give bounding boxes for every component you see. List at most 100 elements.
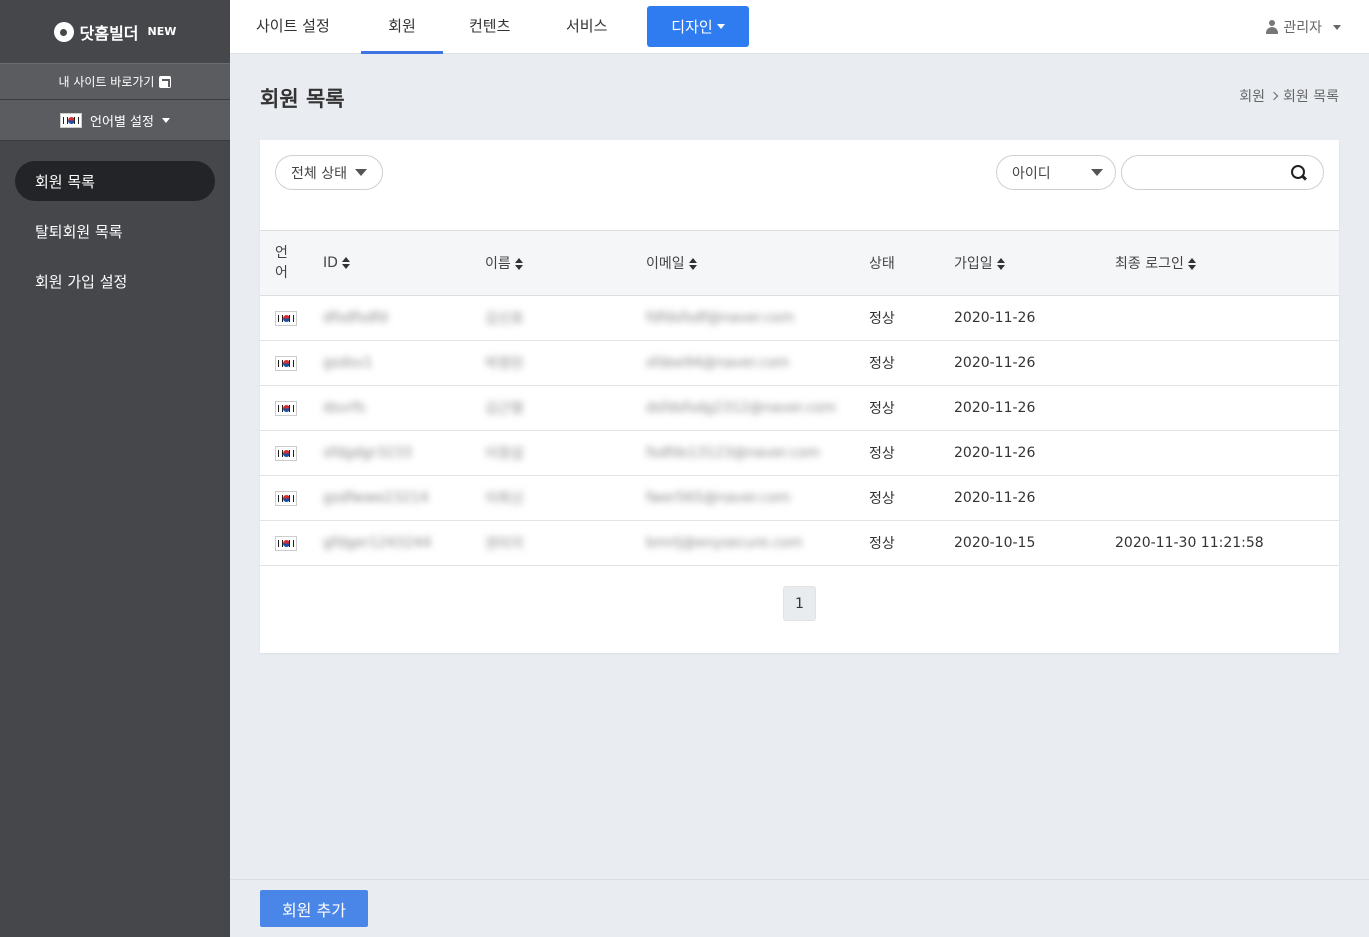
cell-last-login: [1115, 295, 1339, 341]
cell-name: 이정섭: [485, 430, 646, 476]
sidebar-item-withdrawn-list[interactable]: 탈퇴회원 목록: [15, 211, 215, 251]
cell-lang: [260, 520, 323, 566]
cell-joined: 2020-11-26: [954, 430, 1115, 476]
tab-services[interactable]: 서비스: [566, 0, 607, 54]
cell-lang: [260, 295, 323, 341]
sort-icon: [514, 258, 523, 270]
footer-bar: 회원 추가: [230, 879, 1369, 937]
table-row[interactable]: gsdsv1 박정민 sfdee94@naver.com 정상 2020-11-26: [260, 340, 1339, 386]
caret-down-icon: [161, 117, 170, 123]
cell-name: 이희신: [485, 475, 646, 521]
cell-id[interactable]: gfdger1243244: [323, 520, 485, 566]
korea-flag-icon: [60, 112, 83, 128]
table-row[interactable]: gfdger1243244 권미지 bmrlj@enysecure.com 정상 202…: [260, 520, 1339, 566]
korea-flag-icon: [275, 446, 297, 461]
korea-flag-icon: [275, 491, 297, 506]
cell-lang: [260, 385, 323, 431]
user-icon: [1266, 20, 1279, 34]
cell-status: 정상: [869, 340, 954, 386]
admin-label: 관리자: [1283, 20, 1322, 36]
korea-flag-icon: [275, 536, 297, 551]
breadcrumb-item: 회원 목록: [1283, 89, 1339, 105]
cell-email: fdfdsfsdf@naver.com: [646, 295, 869, 341]
cell-status: 정상: [869, 430, 954, 476]
table-header-row: 언어 ID 이름 이메일 상태 가입일 최종 로그인: [260, 230, 1339, 296]
cell-id[interactable]: dsvrfs: [323, 385, 485, 431]
sidebar-item-signup-settings[interactable]: 회원 가입 설정: [15, 261, 215, 301]
cell-email: dsfdsfsdg2312@naver.com: [646, 385, 869, 431]
table-row[interactable]: gsdfwwe23214 이희신 fwer565@naver.com 정상 2020-1…: [260, 475, 1339, 521]
cell-joined: 2020-11-26: [954, 475, 1115, 521]
breadcrumb-item[interactable]: 회원: [1239, 86, 1265, 106]
cell-joined: 2020-11-26: [954, 385, 1115, 431]
sort-icon: [688, 258, 697, 270]
cell-email: sfdee94@naver.com: [646, 340, 869, 386]
page-title: 회원 목록: [260, 87, 345, 111]
table-row[interactable]: sfdgdgr3233 이정섭 fsdfds13123@naver.com 정상 202…: [260, 430, 1339, 476]
cell-email: bmrlj@enysecure.com: [646, 520, 869, 566]
tab-contents[interactable]: 컨텐츠: [469, 0, 510, 54]
column-header-lang: 언어: [260, 230, 323, 296]
tab-site-settings[interactable]: 사이트 설정: [256, 0, 330, 54]
pagination-page[interactable]: 1: [783, 586, 816, 621]
logo[interactable]: 닷홈빌더 NEW: [0, 0, 230, 63]
external-link-icon: [159, 75, 172, 88]
cell-joined: 2020-11-26: [954, 295, 1115, 341]
add-member-button[interactable]: 회원 추가: [260, 890, 368, 927]
column-header-status: 상태: [869, 230, 954, 296]
cell-id[interactable]: gsdfwwe23214: [323, 475, 485, 521]
cell-last-login: [1115, 385, 1339, 431]
cell-status: 정상: [869, 385, 954, 431]
my-site-link[interactable]: 내 사이트 바로가기: [0, 63, 230, 100]
cell-name: 권미지: [485, 520, 646, 566]
logo-badge: NEW: [147, 25, 177, 38]
cell-id[interactable]: dfsdfsdfd: [323, 295, 485, 341]
cell-last-login: [1115, 475, 1339, 521]
korea-flag-icon: [275, 356, 297, 371]
cell-status: 정상: [869, 520, 954, 566]
cell-email: fsdfds13123@naver.com: [646, 430, 869, 476]
column-header-id[interactable]: ID: [323, 230, 485, 296]
column-header-email[interactable]: 이메일: [646, 230, 869, 296]
design-menu-label: 디자인: [671, 18, 713, 36]
caret-down-icon: [716, 24, 725, 29]
member-table: 언어 ID 이름 이메일 상태 가입일 최종 로그인 dfsdfsdfd 김신호 f…: [260, 230, 1339, 566]
design-menu-button[interactable]: 디자인: [647, 6, 749, 47]
sidebar: 닷홈빌더 NEW 내 사이트 바로가기 언어별 설정 회원 목록 탈퇴회원 목록…: [0, 0, 230, 937]
tab-members[interactable]: 회원: [361, 0, 443, 54]
breadcrumb: 회원 회원 목록: [1239, 86, 1339, 106]
member-list-card: 전체 상태 아이디 언어 ID 이름 이메일 상태 가입일 최종 로그인 dfs…: [260, 140, 1339, 653]
column-header-name[interactable]: 이름: [485, 230, 646, 296]
column-header-joined[interactable]: 가입일: [954, 230, 1115, 296]
chevron-right-icon: [1269, 91, 1279, 101]
language-select[interactable]: 언어별 설정: [0, 100, 230, 141]
status-filter-select[interactable]: 전체 상태: [275, 155, 383, 190]
cell-status: 정상: [869, 475, 954, 521]
sort-icon: [341, 257, 350, 269]
status-filter-value: 전체 상태: [291, 165, 347, 182]
sidebar-item-member-list[interactable]: 회원 목록: [15, 161, 215, 201]
cell-name: 김신호: [485, 295, 646, 341]
table-row[interactable]: dsvrfs 김근형 dsfdsfsdg2312@naver.com 정상 2020-1…: [260, 385, 1339, 431]
cell-status: 정상: [869, 295, 954, 341]
search-icon[interactable]: [1291, 165, 1307, 181]
column-header-last-login[interactable]: 최종 로그인: [1115, 230, 1339, 296]
table-row[interactable]: dfsdfsdfd 김신호 fdfdsfsdf@naver.com 정상 2020-11…: [260, 295, 1339, 341]
sort-icon: [996, 258, 1005, 270]
search-input[interactable]: [1121, 155, 1324, 190]
search-field-value: 아이디: [1012, 165, 1051, 182]
cell-email: fwer565@naver.com: [646, 475, 869, 521]
korea-flag-icon: [275, 311, 297, 326]
cell-lang: [260, 340, 323, 386]
cell-id[interactable]: sfdgdgr3233: [323, 430, 485, 476]
search-field-select[interactable]: 아이디: [996, 155, 1116, 190]
cell-lang: [260, 475, 323, 521]
sidebar-nav: 회원 목록 탈퇴회원 목록 회원 가입 설정: [0, 141, 230, 301]
admin-menu[interactable]: 관리자: [1266, 17, 1341, 37]
cell-name: 박정민: [485, 340, 646, 386]
language-select-label: 언어별 설정: [90, 114, 154, 130]
cell-joined: 2020-10-15: [954, 520, 1115, 566]
top-nav: 사이트 설정 회원 컨텐츠 서비스 디자인 관리자: [230, 0, 1369, 54]
my-site-link-label: 내 사이트 바로가기: [58, 75, 155, 89]
cell-id[interactable]: gsdsv1: [323, 340, 485, 386]
